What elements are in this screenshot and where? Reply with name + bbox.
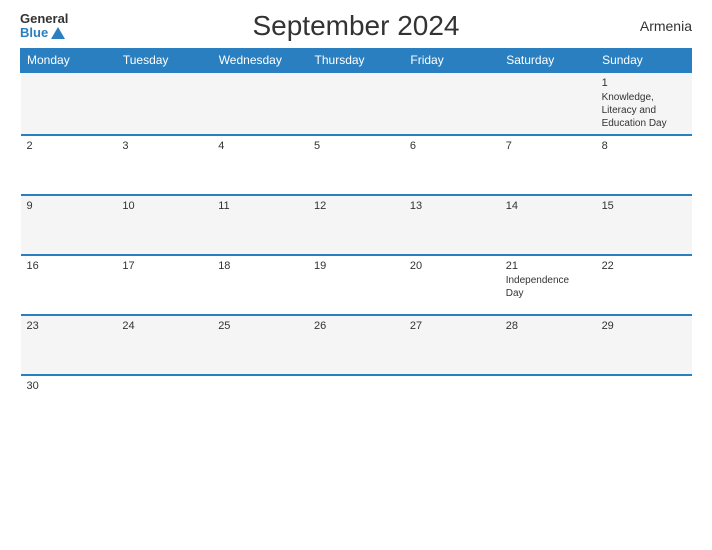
calendar-cell: 4	[212, 135, 308, 195]
day-number: 15	[602, 200, 686, 212]
calendar-cell: 20	[404, 255, 500, 315]
day-number: 16	[27, 260, 111, 272]
calendar-cell: 29	[596, 315, 692, 375]
day-number: 12	[314, 200, 398, 212]
day-number: 7	[506, 140, 590, 152]
calendar-cell	[404, 72, 500, 135]
calendar-cell	[21, 72, 117, 135]
calendar-cell: 9	[21, 195, 117, 255]
weekday-header-thursday: Thursday	[308, 49, 404, 73]
event-label: Knowledge, Literacy and Education Day	[602, 92, 667, 129]
logo-triangle-icon	[51, 27, 65, 39]
event-label: Independence Day	[506, 275, 569, 299]
calendar-cell	[308, 72, 404, 135]
day-number: 18	[218, 260, 302, 272]
calendar-cell: 11	[212, 195, 308, 255]
weekday-header-row: MondayTuesdayWednesdayThursdayFridaySatu…	[21, 49, 692, 73]
country-label: Armenia	[640, 18, 692, 34]
calendar-cell	[116, 375, 212, 425]
day-number: 10	[122, 200, 206, 212]
weekday-header-tuesday: Tuesday	[116, 49, 212, 73]
day-number: 9	[27, 200, 111, 212]
calendar-cell	[212, 72, 308, 135]
day-number: 29	[602, 320, 686, 332]
day-number: 25	[218, 320, 302, 332]
calendar-cell: 21 Independence Day	[500, 255, 596, 315]
calendar-cell: 3	[116, 135, 212, 195]
calendar-cell: 6	[404, 135, 500, 195]
day-number: 13	[410, 200, 494, 212]
week-row-3: 9 10 11 12 13 14 15	[21, 195, 692, 255]
day-number: 1	[602, 77, 686, 89]
logo: General Blue	[20, 12, 68, 41]
calendar-title: September 2024	[252, 10, 459, 42]
calendar-cell: 2	[21, 135, 117, 195]
day-number: 28	[506, 320, 590, 332]
calendar-cell	[404, 375, 500, 425]
day-number: 30	[27, 380, 111, 392]
calendar-cell: 1 Knowledge, Literacy and Education Day	[596, 72, 692, 135]
calendar-cell: 5	[308, 135, 404, 195]
week-row-1: 1 Knowledge, Literacy and Education Day	[21, 72, 692, 135]
day-number: 21	[506, 260, 590, 272]
calendar-cell	[116, 72, 212, 135]
calendar-cell: 30	[21, 375, 117, 425]
calendar-cell: 12	[308, 195, 404, 255]
week-row-4: 16 17 18 19 20 21 Independence Day 22	[21, 255, 692, 315]
day-number: 19	[314, 260, 398, 272]
calendar-cell: 13	[404, 195, 500, 255]
day-number: 27	[410, 320, 494, 332]
day-number: 3	[122, 140, 206, 152]
week-row-2: 2345678	[21, 135, 692, 195]
calendar-cell: 17	[116, 255, 212, 315]
weekday-header-saturday: Saturday	[500, 49, 596, 73]
calendar-cell	[500, 375, 596, 425]
day-number: 14	[506, 200, 590, 212]
day-number: 22	[602, 260, 686, 272]
day-number: 17	[122, 260, 206, 272]
calendar-cell: 16	[21, 255, 117, 315]
calendar-cell: 26	[308, 315, 404, 375]
day-number: 23	[27, 320, 111, 332]
calendar-cell	[212, 375, 308, 425]
calendar-table: MondayTuesdayWednesdayThursdayFridaySatu…	[20, 48, 692, 425]
day-number: 2	[27, 140, 111, 152]
day-number: 6	[410, 140, 494, 152]
calendar-cell: 19	[308, 255, 404, 315]
calendar-header: General Blue September 2024 Armenia	[20, 10, 692, 42]
calendar-cell	[308, 375, 404, 425]
weekday-header-wednesday: Wednesday	[212, 49, 308, 73]
calendar-cell: 14	[500, 195, 596, 255]
calendar-cell: 22	[596, 255, 692, 315]
day-number: 5	[314, 140, 398, 152]
calendar-cell	[596, 375, 692, 425]
calendar-cell: 7	[500, 135, 596, 195]
calendar-cell: 23	[21, 315, 117, 375]
calendar-cell	[500, 72, 596, 135]
day-number: 11	[218, 200, 302, 212]
calendar-cell: 15	[596, 195, 692, 255]
calendar-cell: 24	[116, 315, 212, 375]
week-row-5: 23 24 25 26 27 28 29	[21, 315, 692, 375]
logo-general-text: General	[20, 12, 68, 26]
day-number: 24	[122, 320, 206, 332]
day-number: 20	[410, 260, 494, 272]
weekday-header-sunday: Sunday	[596, 49, 692, 73]
calendar-cell: 18	[212, 255, 308, 315]
day-number: 26	[314, 320, 398, 332]
day-number: 8	[602, 140, 686, 152]
day-number: 4	[218, 140, 302, 152]
calendar-cell: 27	[404, 315, 500, 375]
calendar-cell: 8	[596, 135, 692, 195]
calendar-cell: 28	[500, 315, 596, 375]
weekday-header-friday: Friday	[404, 49, 500, 73]
logo-blue-text: Blue	[20, 26, 65, 40]
week-row-6: 30	[21, 375, 692, 425]
calendar-cell: 25	[212, 315, 308, 375]
calendar-cell: 10	[116, 195, 212, 255]
weekday-header-monday: Monday	[21, 49, 117, 73]
